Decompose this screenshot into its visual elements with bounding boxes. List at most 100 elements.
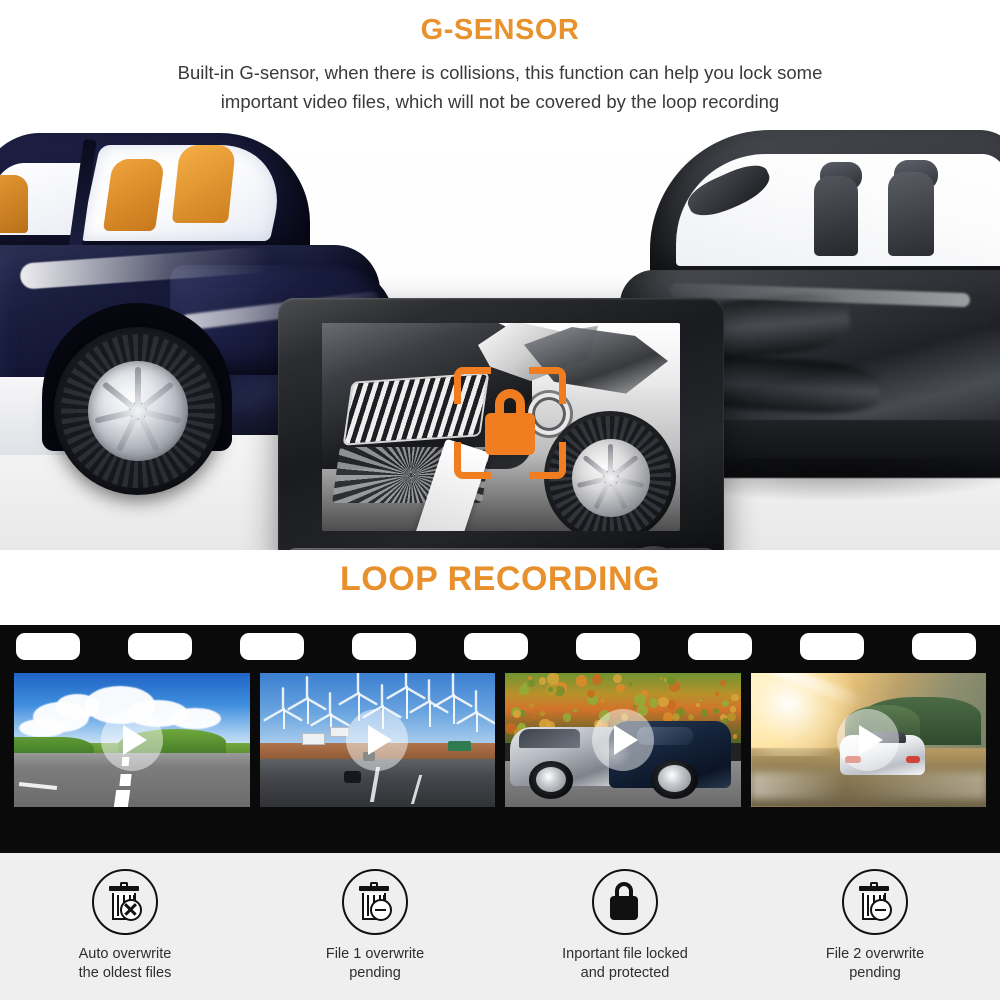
foliage-dot [633, 705, 637, 709]
frame2-car [344, 771, 360, 783]
film-perforation [240, 633, 304, 660]
foliage-dot [587, 690, 595, 698]
film-strip [0, 625, 1000, 853]
foliage-dot [592, 674, 603, 685]
frame4-tail-light [906, 756, 920, 763]
x-circle-badge-icon [120, 899, 142, 921]
foliage-dot [548, 687, 553, 692]
play-triangle [614, 725, 638, 755]
left-car-seat-rear [172, 145, 236, 223]
turbine-blade [282, 687, 284, 709]
trash-lid [359, 886, 389, 891]
film-frame-2[interactable] [260, 673, 496, 807]
film-perforation [912, 633, 976, 660]
play-icon[interactable] [837, 709, 899, 771]
trash-with-minus-icon [342, 869, 408, 935]
play-icon[interactable] [592, 709, 654, 771]
caption-line-1: Inportant file locked [562, 946, 688, 962]
trash-rib [367, 895, 369, 916]
foliage-dot [629, 682, 632, 685]
trash-rib [117, 895, 119, 916]
play-triangle [368, 725, 392, 755]
header-section: G-SENSOR Built-in G-sensor, when there i… [0, 0, 1000, 120]
play-icon[interactable] [346, 709, 408, 771]
foliage-dot [730, 706, 736, 712]
feature-item-file1-pending: File 1 overwrite pending [250, 853, 500, 1000]
bracket-top-right-icon [529, 367, 566, 404]
feature-icon-row: Auto overwrite the oldest files File 1 o… [0, 853, 1000, 1000]
frame3-silver-car-window [519, 729, 580, 748]
foliage-dot [613, 674, 622, 683]
feature-item-auto-overwrite: Auto overwrite the oldest files [0, 853, 250, 1000]
frame2-road-sign [302, 733, 325, 746]
wind-turbine [406, 686, 408, 718]
frame2-green-sign [448, 741, 472, 750]
trash-can-glyph [859, 882, 889, 920]
minus-stroke [375, 909, 386, 912]
caption-line-2: pending [326, 964, 424, 983]
padlock-glyph [610, 882, 638, 920]
film-perforation [128, 633, 192, 660]
feature-caption: File 1 overwrite pending [326, 945, 424, 983]
foliage-dot [733, 734, 737, 738]
turbine-blade [404, 673, 406, 688]
description-line-2: important video files, which will not be… [100, 87, 900, 116]
foliage-dot [601, 699, 605, 703]
trash-with-minus-icon [842, 869, 908, 935]
film-frame-3[interactable] [505, 673, 741, 807]
frame1-cloud [19, 719, 66, 738]
caption-line-2: pending [826, 964, 924, 983]
trash-can-glyph [109, 882, 139, 920]
hero-section [0, 120, 1000, 550]
foliage-dot [519, 685, 529, 695]
foliage-dot [529, 703, 534, 708]
lock-overlay [454, 367, 566, 479]
feature-item-file-locked: Inportant file locked and protected [500, 853, 750, 1000]
bracket-top-left-icon [454, 367, 491, 404]
caption-line-2: the oldest files [79, 964, 172, 983]
foliage-dot [634, 694, 646, 706]
trash-lid [859, 886, 889, 891]
film-frame-1[interactable] [14, 673, 250, 807]
turbine-blade [475, 690, 477, 712]
foliage-dot [649, 698, 659, 708]
loop-recording-title: LOOP RECORDING [0, 560, 1000, 599]
foliage-dot [672, 713, 680, 721]
trash-can-glyph [359, 882, 389, 920]
product-feature-page: G-SENSOR Built-in G-sensor, when there i… [0, 0, 1000, 1000]
film-frame-4[interactable] [751, 673, 987, 807]
film-perforation [464, 633, 528, 660]
caption-line-1: File 1 overwrite [326, 946, 424, 962]
trash-lid [109, 886, 139, 891]
frame1-lane-marking [114, 790, 131, 807]
foliage-dot [532, 716, 536, 720]
feature-caption: Inportant file locked and protected [562, 945, 688, 983]
lock-icon [592, 869, 658, 935]
feature-item-file2-pending: File 2 overwrite pending [750, 853, 1000, 1000]
right-car-seat-rear [814, 176, 858, 256]
foliage-dot [576, 675, 587, 686]
play-triangle [123, 725, 147, 755]
foliage-dot [563, 713, 571, 721]
page-title: G-SENSOR [0, 14, 1000, 47]
description-line-1: Built-in G-sensor, when there is collisi… [178, 62, 823, 83]
film-perforation [800, 633, 864, 660]
foliage-dot [540, 711, 545, 716]
foliage-dot [547, 673, 558, 684]
frame4-motion-blur [751, 772, 987, 799]
minus-stroke [875, 909, 886, 912]
play-icon[interactable] [101, 709, 163, 771]
foliage-dot [696, 703, 700, 707]
foliage-dot [720, 680, 726, 686]
left-car-rim [88, 361, 188, 461]
play-triangle [859, 725, 883, 755]
film-perforation [688, 633, 752, 660]
feature-caption: File 2 overwrite pending [826, 945, 924, 983]
minus-circle-badge-icon [370, 899, 392, 921]
caption-line-1: Auto overwrite [79, 946, 172, 962]
trash-with-x-icon [92, 869, 158, 935]
minus-circle-badge-icon [870, 899, 892, 921]
dashcam-screen [322, 323, 680, 531]
left-car-rear-seat [0, 175, 28, 233]
footage-rim [572, 439, 650, 517]
